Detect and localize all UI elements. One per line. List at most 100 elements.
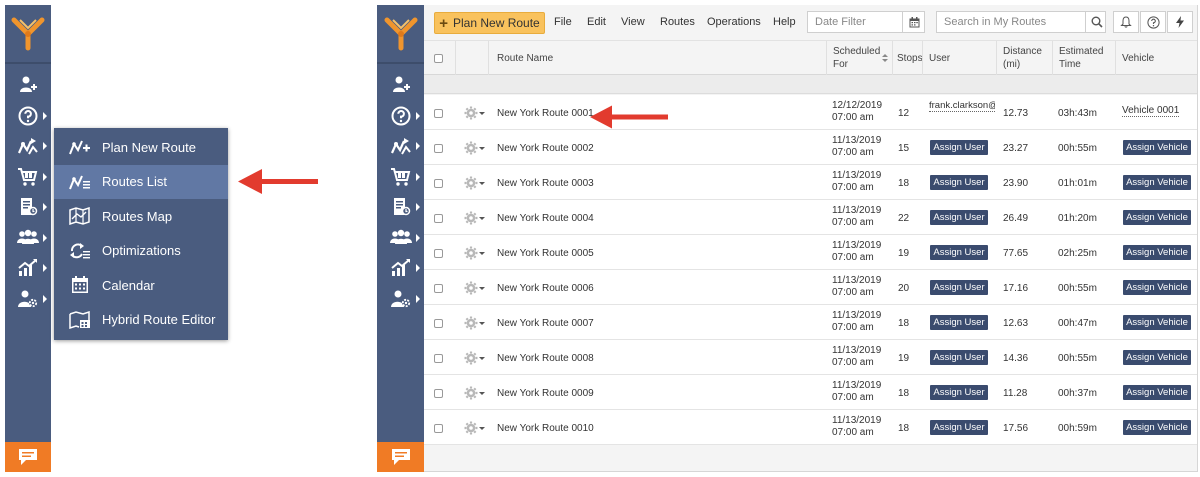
row-checkbox[interactable] [434, 144, 443, 153]
table-row[interactable]: New York Route 0006 11/13/2019 07:00 am 20 A… [424, 270, 1197, 305]
table-row[interactable]: New York Route 0003 11/13/2019 07:00 am 18 A… [424, 165, 1197, 200]
app-logo[interactable] [377, 5, 424, 62]
submenu-item-hybrid-route-editor[interactable]: Hybrid Route Editor [54, 303, 228, 337]
table-row[interactable]: New York Route 0007 11/13/2019 07:00 am 18 A… [424, 305, 1197, 340]
row-actions-gear-icon[interactable] [464, 351, 486, 365]
header-scheduled-for[interactable]: Scheduled For [826, 41, 892, 75]
row-actions-gear-icon[interactable] [464, 211, 486, 225]
row-actions-gear-icon[interactable] [464, 106, 486, 120]
assign-user-button[interactable]: Assign User [930, 140, 988, 155]
row-actions-gear-icon[interactable] [464, 421, 486, 435]
sidebar-item-user-settings[interactable] [5, 284, 51, 314]
assign-vehicle-button[interactable]: Assign Vehicle [1123, 245, 1191, 260]
row-actions-gear-icon[interactable] [464, 281, 486, 295]
row-checkbox[interactable] [434, 249, 443, 258]
row-checkbox[interactable] [434, 179, 443, 188]
sidebar-item-team[interactable] [5, 223, 51, 253]
quick-actions-button[interactable] [1167, 11, 1193, 33]
help-button[interactable] [1140, 11, 1166, 33]
menu-help[interactable]: Help [773, 16, 796, 28]
assign-user-button[interactable]: Assign User [930, 280, 988, 295]
sidebar-item-cart[interactable] [377, 162, 424, 192]
assign-vehicle-button[interactable]: Assign Vehicle [1123, 210, 1191, 225]
sidebar-item-user-settings[interactable] [377, 284, 424, 314]
row-checkbox[interactable] [434, 109, 443, 118]
sidebar-item-team[interactable] [377, 223, 424, 253]
route-name[interactable]: New York Route 0006 [497, 283, 594, 294]
chat-button[interactable] [5, 442, 51, 472]
header-stops[interactable]: Stops [892, 41, 923, 75]
table-row[interactable]: New York Route 0004 11/13/2019 07:00 am 22 A… [424, 200, 1197, 235]
header-vehicle[interactable]: Vehicle [1115, 41, 1198, 75]
assign-vehicle-button[interactable]: Assign Vehicle [1123, 385, 1191, 400]
assign-vehicle-button[interactable]: Assign Vehicle [1123, 420, 1191, 435]
row-checkbox[interactable] [434, 354, 443, 363]
menu-view[interactable]: View [621, 16, 645, 28]
assign-vehicle-button[interactable]: Assign Vehicle [1123, 140, 1191, 155]
row-checkbox[interactable] [434, 284, 443, 293]
assign-user-button[interactable]: Assign User [930, 385, 988, 400]
assigned-vehicle[interactable]: Vehicle 0001 [1122, 105, 1180, 117]
table-row[interactable]: New York Route 0010 11/13/2019 07:00 am 18 A… [424, 410, 1197, 445]
select-all-checkbox[interactable] [434, 54, 443, 63]
assign-user-button[interactable]: Assign User [930, 245, 988, 260]
sidebar-item-document[interactable] [377, 192, 424, 222]
sidebar-item-help[interactable] [377, 101, 424, 131]
assign-user-button[interactable]: Assign User [930, 315, 988, 330]
route-name[interactable]: New York Route 0010 [497, 423, 594, 434]
sidebar-item-add-user[interactable] [377, 70, 424, 100]
row-actions-gear-icon[interactable] [464, 386, 486, 400]
route-name[interactable]: New York Route 0004 [497, 213, 594, 224]
submenu-item-calendar[interactable]: Calendar [54, 268, 228, 302]
assign-user-button[interactable]: Assign User [930, 420, 988, 435]
date-filter-calendar-button[interactable] [902, 11, 925, 33]
sidebar-item-help[interactable] [5, 101, 51, 131]
menu-file[interactable]: File [554, 16, 572, 28]
submenu-item-plan-new-route[interactable]: Plan New Route [54, 130, 228, 164]
row-actions-gear-icon[interactable] [464, 141, 486, 155]
row-checkbox[interactable] [434, 214, 443, 223]
header-route-name[interactable]: Route Name [488, 41, 826, 75]
row-actions-gear-icon[interactable] [464, 316, 486, 330]
app-logo[interactable] [5, 5, 51, 62]
sidebar-item-analytics[interactable] [5, 253, 51, 283]
search-button[interactable] [1085, 11, 1107, 33]
assign-user-button[interactable]: Assign User [930, 210, 988, 225]
route-name[interactable]: New York Route 0003 [497, 178, 594, 189]
assign-vehicle-button[interactable]: Assign Vehicle [1123, 280, 1191, 295]
row-actions-gear-icon[interactable] [464, 176, 486, 190]
sidebar-item-routes[interactable] [5, 131, 51, 161]
row-checkbox[interactable] [434, 424, 443, 433]
notifications-button[interactable] [1113, 11, 1139, 33]
menu-operations[interactable]: Operations [707, 16, 761, 28]
table-row[interactable]: New York Route 0001 12/12/2019 07:00 am 12 f… [424, 95, 1197, 130]
header-user[interactable]: User [922, 41, 996, 75]
chat-button[interactable] [377, 442, 424, 472]
row-checkbox[interactable] [434, 389, 443, 398]
sidebar-item-cart[interactable] [5, 162, 51, 192]
sort-icon[interactable] [882, 54, 888, 64]
submenu-item-routes-map[interactable]: Routes Map [54, 199, 228, 233]
route-name[interactable]: New York Route 0001 [497, 108, 594, 119]
header-distance[interactable]: Distance (mi) [996, 41, 1052, 75]
table-row[interactable]: New York Route 0009 11/13/2019 07:00 am 18 A… [424, 375, 1197, 410]
route-name[interactable]: New York Route 0002 [497, 143, 594, 154]
sidebar-item-document[interactable] [5, 192, 51, 222]
row-actions-gear-icon[interactable] [464, 246, 486, 260]
route-name[interactable]: New York Route 0008 [497, 353, 594, 364]
route-name[interactable]: New York Route 0005 [497, 248, 594, 259]
sidebar-item-routes[interactable] [377, 131, 424, 161]
table-row[interactable]: New York Route 0008 11/13/2019 07:00 am 19 A… [424, 340, 1197, 375]
row-checkbox[interactable] [434, 319, 443, 328]
assign-vehicle-button[interactable]: Assign Vehicle [1123, 315, 1191, 330]
table-row[interactable]: New York Route 0005 11/13/2019 07:00 am 19 A… [424, 235, 1197, 270]
assigned-user[interactable]: frank.clarkson@ [929, 100, 995, 112]
route-name[interactable]: New York Route 0007 [497, 318, 594, 329]
sidebar-item-add-user[interactable] [5, 70, 51, 100]
table-row[interactable]: New York Route 0002 11/13/2019 07:00 am 15 A… [424, 130, 1197, 165]
menu-routes[interactable]: Routes [660, 16, 695, 28]
menu-edit[interactable]: Edit [587, 16, 606, 28]
submenu-item-optimizations[interactable]: Optimizations [54, 234, 228, 268]
assign-user-button[interactable]: Assign User [930, 350, 988, 365]
sidebar-item-analytics[interactable] [377, 253, 424, 283]
